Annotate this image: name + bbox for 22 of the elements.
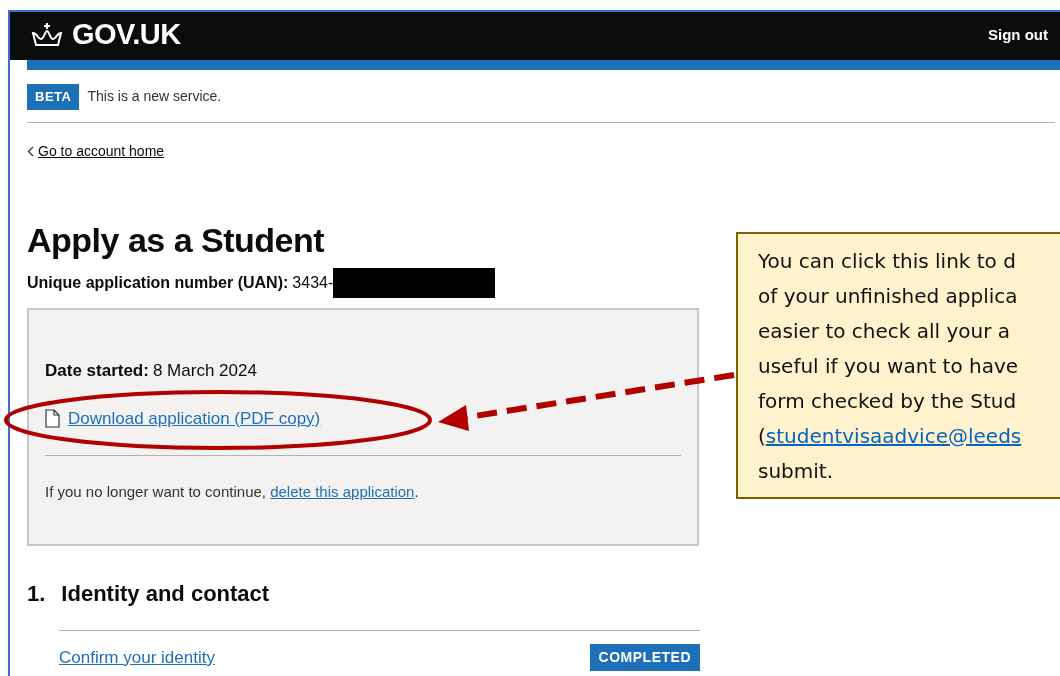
task-link[interactable]: Confirm your identity bbox=[59, 644, 215, 671]
uan-value: 3434- bbox=[292, 273, 334, 294]
chevron-left-icon bbox=[27, 145, 34, 157]
page-title: Apply as a Student bbox=[27, 219, 325, 261]
section-title: Identity and contact bbox=[61, 579, 270, 608]
download-link[interactable]: Download application (PDF copy) bbox=[68, 405, 321, 432]
document-icon bbox=[45, 409, 60, 429]
section-number: 1. bbox=[27, 579, 46, 608]
phase-tag: BETA bbox=[27, 84, 80, 110]
date-started-label: Date started: bbox=[45, 360, 149, 383]
date-started-value: 8 March 2024 bbox=[152, 360, 257, 383]
delete-link[interactable]: delete this application bbox=[270, 483, 415, 501]
delete-sentence: If you no longer want to continue, delete this application. bbox=[45, 482, 420, 503]
status-tag: COMPLETED bbox=[589, 643, 700, 671]
crown-icon bbox=[30, 21, 64, 49]
back-link[interactable]: Go to account home bbox=[38, 140, 165, 162]
uan-label: Unique application number (UAN): bbox=[27, 273, 289, 294]
email-link[interactable]: studentvisaadvice@leeds bbox=[765, 424, 1022, 448]
sign-out-link[interactable]: Sign out bbox=[988, 23, 1048, 47]
site-logo[interactable]: GOV.UK bbox=[72, 13, 181, 57]
phase-text: This is a new service. bbox=[87, 87, 222, 107]
callout-text: You can click this link to d of your unfinished applica easier to check all your a useful if you want to have form checked by the Stud (studentvisaadvice@leeds submit. bbox=[758, 248, 1023, 485]
